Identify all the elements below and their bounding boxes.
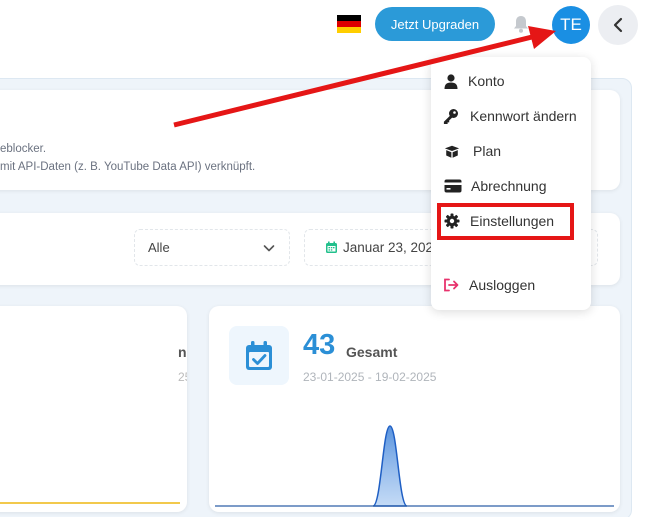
menu-item-konto[interactable]: Konto bbox=[431, 67, 591, 95]
info-text-line-1: eblocker. bbox=[0, 143, 47, 155]
menu-item-kennwort[interactable]: Kennwort ändern bbox=[431, 102, 591, 130]
info-text-line-2: mit API-Daten (z. B. YouTube Data API) v… bbox=[0, 161, 256, 173]
back-button[interactable] bbox=[598, 5, 638, 45]
stat-card-total: 43 Gesamt 23-01-2025 - 19-02-2025 bbox=[209, 306, 620, 512]
chevron-left-icon bbox=[613, 17, 623, 33]
menu-label-ausloggen: Ausloggen bbox=[469, 277, 536, 293]
key-icon bbox=[443, 108, 459, 124]
credit-card-icon bbox=[444, 178, 462, 194]
stat-card-left: n 25 bbox=[0, 306, 187, 512]
account-dropdown-menu: Konto Kennwort ändern Plan Abrechnung Ei… bbox=[431, 57, 591, 310]
filter-select-value: Alle bbox=[148, 240, 170, 255]
chevron-down-icon bbox=[263, 245, 275, 252]
filter-select[interactable]: Alle bbox=[134, 229, 290, 266]
stat-left-label: n bbox=[178, 344, 187, 360]
menu-label-plan: Plan bbox=[473, 143, 502, 159]
menu-label-abrechnung: Abrechnung bbox=[471, 178, 547, 194]
stat-date-range: 23-01-2025 - 19-02-2025 bbox=[303, 370, 437, 384]
menu-item-einstellungen[interactable]: Einstellungen bbox=[431, 207, 591, 235]
upgrade-button[interactable]: Jetzt Upgraden bbox=[375, 7, 495, 41]
logout-icon bbox=[443, 277, 459, 293]
gear-icon bbox=[444, 213, 460, 229]
user-icon bbox=[443, 73, 459, 89]
menu-item-abrechnung[interactable]: Abrechnung bbox=[431, 172, 591, 200]
calendar-icon bbox=[326, 241, 337, 253]
german-flag-icon[interactable] bbox=[337, 15, 361, 33]
menu-label-konto: Konto bbox=[468, 73, 505, 89]
top-bar: Jetzt Upgraden TE bbox=[0, 0, 645, 52]
box-icon bbox=[444, 143, 460, 159]
menu-label-kennwort: Kennwort ändern bbox=[470, 108, 577, 124]
avatar[interactable]: TE bbox=[552, 6, 590, 44]
menu-item-plan[interactable]: Plan bbox=[431, 137, 591, 165]
chart-baseline bbox=[0, 502, 180, 504]
calendar-check-icon bbox=[229, 326, 289, 385]
sparkline-chart bbox=[215, 425, 614, 507]
chart-peak bbox=[372, 425, 408, 507]
stat-left-range: 25 bbox=[178, 370, 187, 384]
stat-total-label: Gesamt bbox=[346, 344, 398, 360]
menu-item-ausloggen[interactable]: Ausloggen bbox=[431, 271, 591, 299]
menu-label-einstellungen: Einstellungen bbox=[470, 213, 555, 229]
bell-icon[interactable] bbox=[512, 14, 530, 34]
stat-total-value: 43 bbox=[303, 329, 336, 361]
date-range-value: Januar 23, 2025 bbox=[343, 240, 441, 255]
